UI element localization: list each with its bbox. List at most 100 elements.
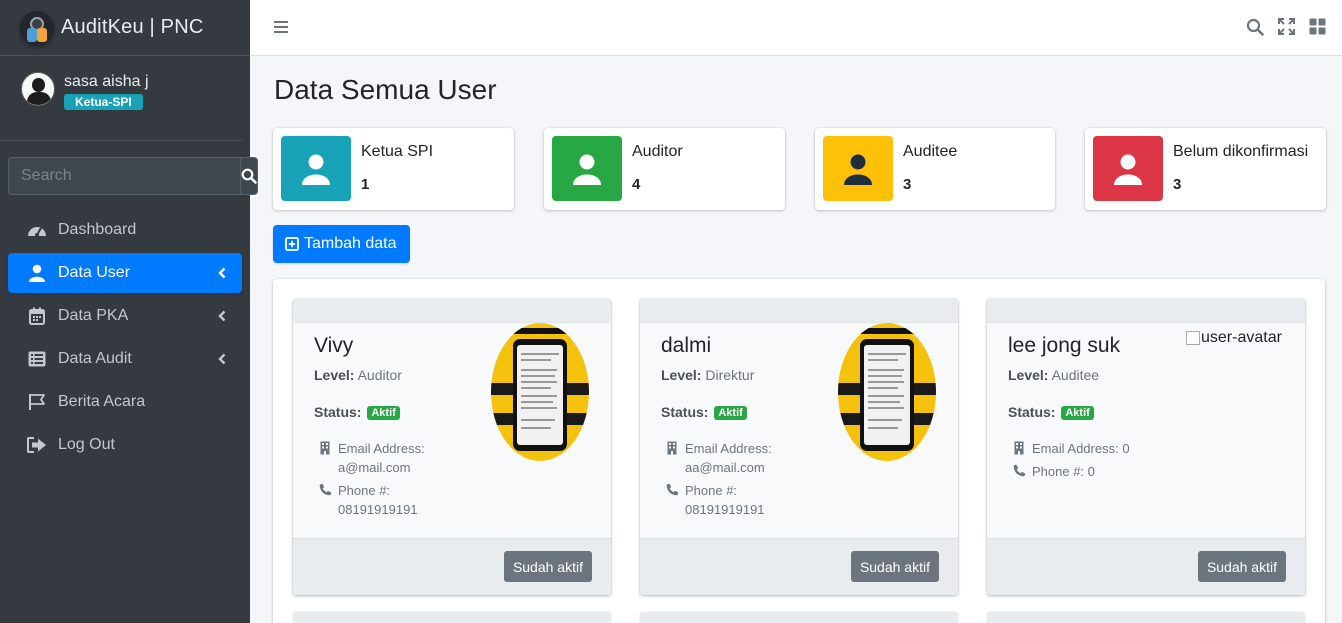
user-card-status: Status: Aktif xyxy=(661,404,747,420)
user-role-badge: Ketua-SPI xyxy=(64,94,143,110)
user-card-footer: Sudah aktif xyxy=(293,538,611,595)
user-icon xyxy=(1093,136,1163,201)
brand-title: AuditKeu | PNC xyxy=(61,16,204,38)
stat-count: 4 xyxy=(632,176,641,193)
user-icon xyxy=(552,136,622,201)
sidebar-item-log-out[interactable]: Log Out xyxy=(8,425,242,465)
navbar-search-icon[interactable] xyxy=(1246,18,1264,41)
building-icon xyxy=(1012,439,1026,455)
user-card-footer: Sudah aktif xyxy=(987,538,1305,595)
sidebar-item-data-audit[interactable]: Data Audit xyxy=(8,339,242,379)
user-card: dalmi Level: Direktur Status: Aktif Emai… xyxy=(640,299,958,595)
brand-link[interactable]: AuditKeu | PNC xyxy=(0,0,250,56)
user-icon xyxy=(823,136,893,201)
sidebar-nav: Dashboard Data User Data PKA Data Audit … xyxy=(0,210,250,465)
stat-label: Ketua SPI xyxy=(361,143,434,160)
sidebar-item-label: Log Out xyxy=(58,436,115,453)
sudah-aktif-button[interactable]: Sudah aktif xyxy=(850,551,939,582)
sudah-aktif-button[interactable]: Sudah aktif xyxy=(503,551,592,582)
user-card-partial xyxy=(987,612,1305,623)
menu-toggle-icon[interactable] xyxy=(274,20,288,39)
user-card-phone: Phone #: 0 xyxy=(1012,462,1095,481)
sidebar-item-label: Berita Acara xyxy=(58,393,146,410)
chevron-left-icon xyxy=(218,309,226,327)
user-card-name: dalmi xyxy=(661,334,712,357)
top-navbar xyxy=(250,0,1342,56)
user-card-email: Email Address: 0 xyxy=(1012,439,1130,458)
sidebar-item-label: Data PKA xyxy=(58,307,129,324)
grid-layout-icon[interactable] xyxy=(1309,18,1326,41)
add-data-button[interactable]: Tambah data xyxy=(273,225,410,263)
phone-icon xyxy=(1012,462,1026,477)
phone-icon xyxy=(665,481,679,496)
status-badge: Aktif xyxy=(1061,406,1094,420)
flag-icon xyxy=(26,392,48,412)
user-card-phone: Phone #: 08191919191 xyxy=(665,481,765,519)
sidebar-item-dashboard[interactable]: Dashboard xyxy=(8,210,242,250)
chevron-left-icon xyxy=(218,352,226,370)
user-card-avatar: user-avatar xyxy=(1186,329,1282,347)
broken-image-icon xyxy=(1186,331,1200,345)
stat-label: Auditor xyxy=(632,143,683,160)
user-card-partial xyxy=(293,612,611,623)
user-card-name: Vivy xyxy=(314,334,354,357)
status-badge: Aktif xyxy=(367,406,400,420)
user-cards-panel: Vivy Level: Auditor Status: Aktif Email … xyxy=(273,279,1325,623)
stat-count: 1 xyxy=(361,176,370,193)
user-panel: sasa aisha j Ketua-SPI xyxy=(0,56,242,141)
tachometer-icon xyxy=(26,220,48,240)
building-icon xyxy=(318,439,332,455)
stat-label: Belum dikonfirmasi xyxy=(1173,143,1309,160)
user-card-phone: Phone #: 08191919191 xyxy=(318,481,418,519)
fullscreen-icon[interactable] xyxy=(1278,18,1295,41)
user-card-email: Email Address: a@mail.com xyxy=(318,439,425,477)
user-card-avatar xyxy=(838,323,936,461)
stat-count: 3 xyxy=(903,176,912,193)
user-card-avatar xyxy=(491,323,589,461)
sidebar: AuditKeu | PNC sasa aisha j Ketua-SPI Da… xyxy=(0,0,258,623)
stat-label: Auditee xyxy=(903,143,958,160)
list-icon xyxy=(26,349,48,369)
user-card-level: Level: Auditee xyxy=(1008,367,1100,383)
user-card-level: Level: Direktur xyxy=(661,367,755,383)
sign-out-icon xyxy=(26,435,48,455)
user-icon xyxy=(26,263,48,283)
building-icon xyxy=(665,439,679,455)
user-card-name: lee jong suk xyxy=(1008,334,1121,357)
sidebar-item-data-pka[interactable]: Data PKA xyxy=(8,296,242,336)
plus-square-icon xyxy=(285,237,299,251)
stat-box-auditee: Auditee 3 xyxy=(815,128,1055,210)
user-card-level: Level: Auditor xyxy=(314,367,402,383)
user-name[interactable]: sasa aisha j xyxy=(64,73,149,91)
user-card-partial xyxy=(640,612,958,623)
search-input[interactable] xyxy=(8,157,240,195)
chevron-left-icon xyxy=(218,266,226,284)
stat-box-ketua-spi: Ketua SPI 1 xyxy=(273,128,514,210)
sudah-aktif-button[interactable]: Sudah aktif xyxy=(1197,551,1286,582)
user-card-status: Status: Aktif xyxy=(1008,404,1094,420)
stat-count: 3 xyxy=(1173,176,1182,193)
user-card-email: Email Address: aa@mail.com xyxy=(665,439,772,477)
sidebar-search xyxy=(8,157,258,195)
calendar-icon xyxy=(26,306,48,326)
avatar-alt-text: user-avatar xyxy=(1201,329,1282,346)
page-title: Data Semua User xyxy=(274,74,497,105)
brand-logo xyxy=(20,10,54,45)
status-badge: Aktif xyxy=(714,406,747,420)
user-avatar[interactable] xyxy=(21,72,55,106)
phone-icon xyxy=(318,481,332,496)
sidebar-item-data-user[interactable]: Data User xyxy=(8,253,242,293)
stat-box-belum-dikonfirmasi: Belum dikonfirmasi 3 xyxy=(1085,128,1326,210)
sidebar-item-berita-acara[interactable]: Berita Acara xyxy=(8,382,242,422)
sidebar-item-label: Data Audit xyxy=(58,350,132,367)
main-content: Data Semua User Ketua SPI 1 Auditor 4 Au… xyxy=(250,56,1342,623)
user-card-footer: Sudah aktif xyxy=(640,538,958,595)
user-card-status: Status: Aktif xyxy=(314,404,400,420)
sidebar-item-label: Dashboard xyxy=(58,221,137,238)
add-data-label: Tambah data xyxy=(304,235,397,252)
user-icon xyxy=(281,136,351,201)
stat-box-auditor: Auditor 4 xyxy=(544,128,785,210)
user-card: lee jong suk Level: Auditee Status: Akti… xyxy=(987,299,1305,595)
sidebar-item-label: Data User xyxy=(58,264,131,281)
user-card: Vivy Level: Auditor Status: Aktif Email … xyxy=(293,299,611,595)
